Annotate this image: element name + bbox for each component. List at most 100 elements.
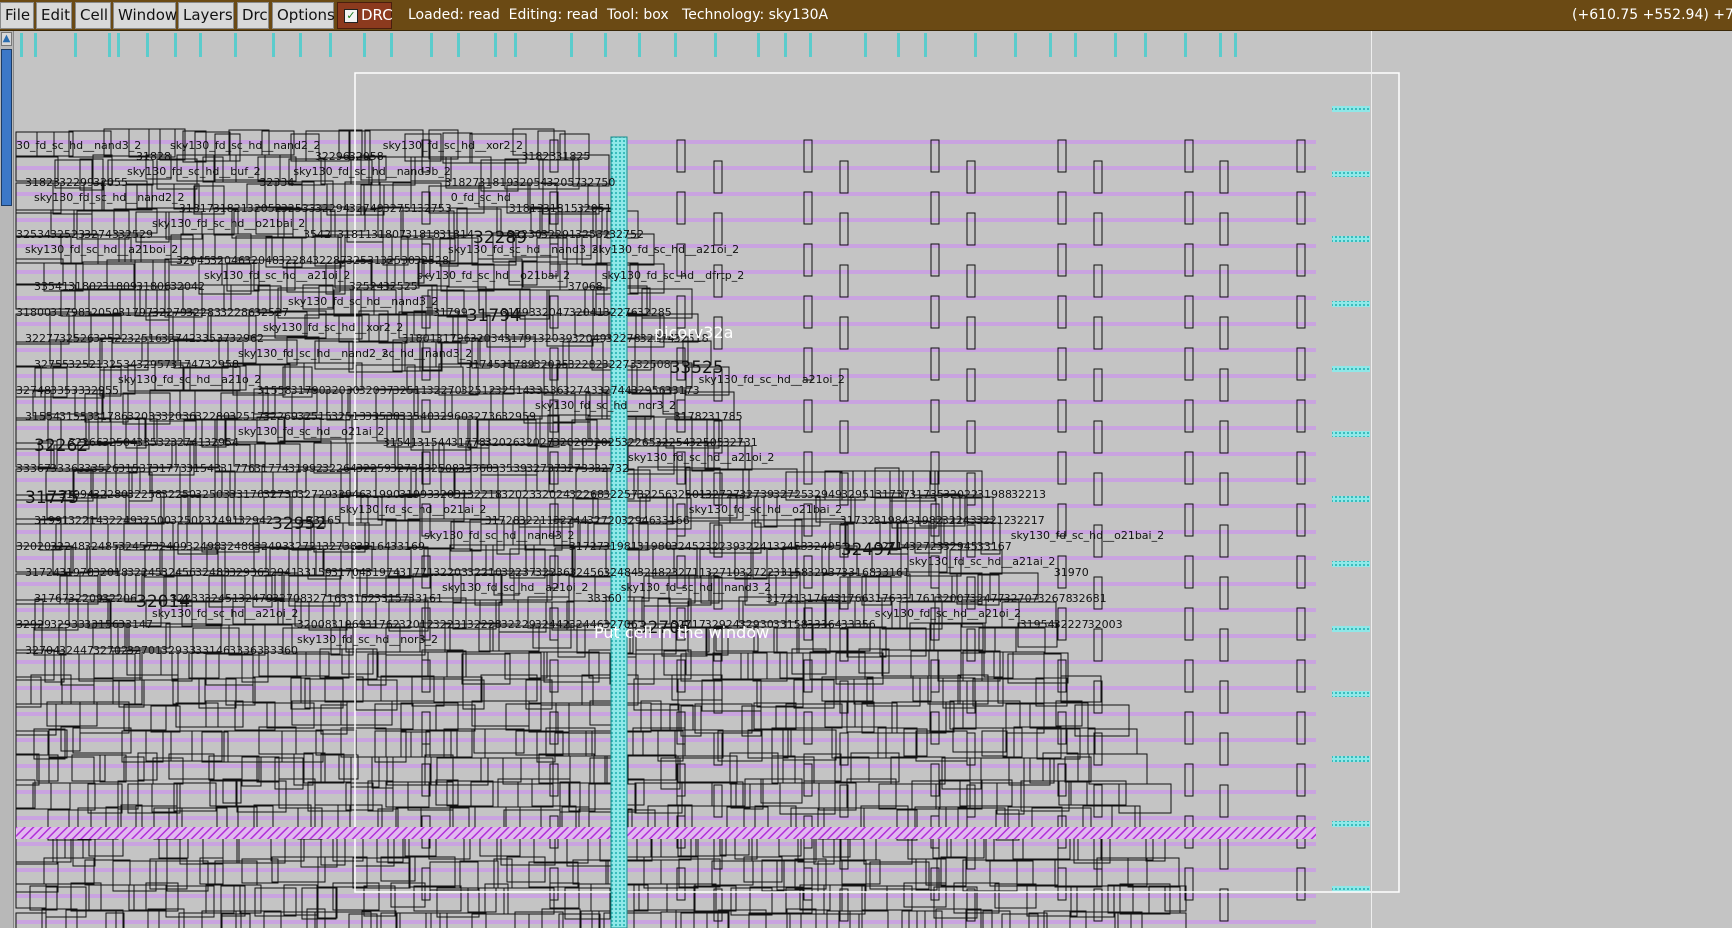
cell-label: 31778: [450, 436, 486, 449]
cell-label: 32031: [433, 488, 468, 501]
via-tick: [757, 33, 760, 57]
via-tick: [1014, 33, 1017, 57]
via-marker: [1332, 886, 1370, 892]
menu-file[interactable]: File: [0, 2, 34, 29]
via-tower: [966, 420, 976, 454]
std-cell-box: [761, 859, 785, 892]
cell-label: 32955: [84, 384, 119, 397]
scroll-up-arrow-icon[interactable]: ▲: [1, 32, 12, 46]
via-tower: [1093, 316, 1103, 350]
std-cell-box: [853, 678, 874, 705]
cell-label: 31786: [93, 410, 128, 423]
cell-label: 31811: [337, 228, 372, 241]
std-cell-box: [500, 835, 556, 866]
cell-label: 32280: [195, 410, 230, 423]
cell-label: 31704: [331, 566, 366, 579]
cell-label: 32701: [127, 644, 162, 657]
cell-label: 32284: [278, 254, 313, 267]
cell-label: 32023: [501, 488, 536, 501]
window-hint: Put cell in the window: [594, 623, 770, 642]
drc-toggle[interactable]: ✓ DRC: [337, 2, 393, 29]
cell-label: 33356: [840, 618, 876, 631]
cell-label: 32250: [161, 488, 196, 501]
cell-label: sky130_fd_sc_hd__a21oi_2: [628, 451, 775, 464]
cell-label: sky130_fd_sc_hd__nand2_2: [170, 139, 321, 152]
menu-drc[interactable]: Drc: [237, 2, 269, 29]
scrollbar-thumb[interactable]: [1, 49, 12, 206]
std-cell-box: [711, 860, 754, 886]
cell-label: 33146: [195, 644, 230, 657]
via-tower: [839, 212, 849, 246]
cell-label: sky130_fd_sc_hd__o21bai_2: [416, 269, 571, 282]
via-tower: [966, 628, 976, 662]
std-cell-box: [1119, 883, 1171, 915]
cell-label: 32442: [534, 618, 570, 631]
cell-label: 32722: [739, 566, 774, 579]
via-marker: [1332, 821, 1370, 827]
cell-label: 32206: [102, 592, 137, 605]
std-cell-box: [480, 757, 522, 783]
cell-label: 30_fd_sc_hd__nand3_2: [16, 139, 142, 152]
cell-label: 31809: [102, 280, 137, 293]
via-tower: [1093, 888, 1103, 922]
via-tower: [1219, 420, 1229, 454]
cell-label: 32505: [688, 436, 724, 449]
cell-label: 32264: [322, 462, 357, 475]
menu-layers[interactable]: Layers: [178, 2, 234, 29]
via-tick: [329, 33, 332, 57]
via-tower: [1093, 784, 1103, 818]
metal-track: [16, 192, 1316, 196]
via-tower: [966, 732, 976, 766]
cell-label: 31554: [25, 410, 60, 423]
std-cell-box: [1118, 783, 1172, 814]
cell-label: 32452: [670, 540, 706, 553]
cell-label: 32482: [637, 566, 672, 579]
std-cell-box: [179, 834, 224, 865]
cell-label: 31802: [68, 280, 103, 293]
cell-label: 32749: [348, 202, 384, 215]
cell-label: 32532: [575, 228, 610, 241]
cell-label: 32218: [467, 488, 502, 501]
cell-label: 32960: [433, 410, 468, 423]
cell-label: 31793: [500, 306, 536, 319]
via-tower: [1219, 680, 1229, 714]
via-tick: [1114, 33, 1117, 57]
menu-window[interactable]: Window: [113, 2, 177, 29]
menu-options[interactable]: Options: [272, 2, 335, 29]
std-cell-box: [256, 756, 280, 783]
via-tower: [713, 212, 723, 246]
cell-label: sky130_fd_sc_hd__nand2_2: [34, 191, 185, 204]
cell-label: 31745: [465, 358, 501, 371]
menu-edit[interactable]: Edit: [36, 2, 72, 29]
cell-label: 32276: [602, 306, 638, 319]
cell-label: 32962: [229, 332, 264, 345]
std-cell-box: [281, 730, 324, 763]
std-cell-box: [740, 652, 768, 680]
cell-label: 32753: [416, 202, 452, 215]
cell-label: 31969: [330, 618, 366, 631]
metal-track: [16, 556, 1316, 560]
cell-label: 31991: [34, 514, 69, 527]
menu-cell[interactable]: Cell: [75, 2, 111, 29]
top-cell-name: picorv32a: [654, 323, 734, 342]
cell-label: 32723: [908, 540, 944, 553]
layout-canvas[interactable]: 30_fd_sc_hd__nand3_2 31828 sky130_fd_sc_hd…: [14, 31, 1732, 928]
cell-label: 31799: [432, 306, 468, 319]
cell-label: 32514: [494, 384, 530, 397]
cell-label: 33536: [528, 384, 564, 397]
cell-label: 32457: [118, 540, 153, 553]
metal-track: [16, 738, 1316, 742]
cell-label: sky130_fd_sc_hd__o21ai_2: [340, 503, 487, 516]
std-cell-box: [118, 679, 145, 708]
cell-label: 32929: [16, 618, 51, 631]
cell-label: 32266: [68, 436, 103, 449]
cell-label: 32710: [705, 566, 740, 579]
vertical-scrollbar[interactable]: ▲: [0, 31, 14, 928]
cell-label: 32045: [176, 254, 211, 267]
cell-label: 32245: [127, 566, 162, 579]
cell-label: 32725: [773, 488, 808, 501]
cell-label: 31984: [873, 514, 909, 527]
cell-label: 32210: [467, 566, 502, 579]
cell-label: 32523: [50, 228, 85, 241]
via-tick: [494, 33, 497, 57]
